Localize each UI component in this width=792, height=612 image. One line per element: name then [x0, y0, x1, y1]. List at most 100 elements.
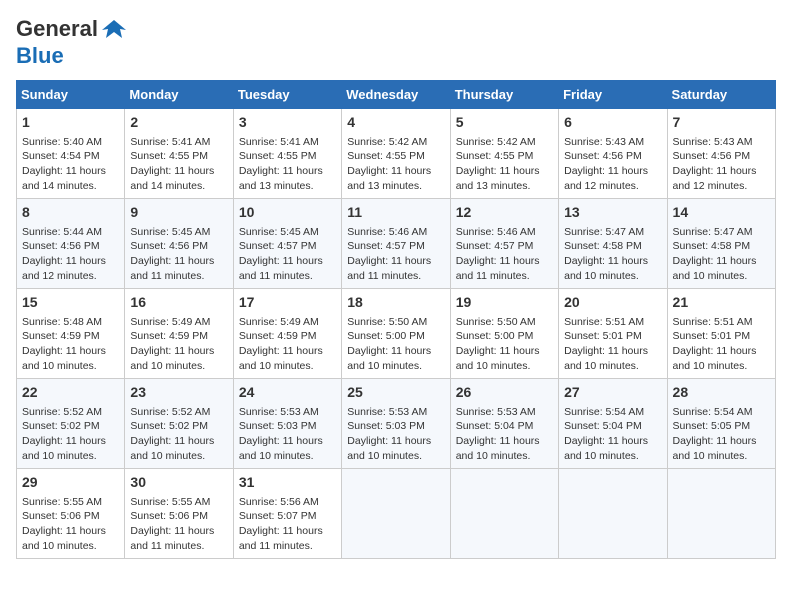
sunrise-text: Sunrise: 5:45 AM — [239, 226, 319, 238]
sunrise-text: Sunrise: 5:56 AM — [239, 496, 319, 508]
sunset-text: Sunset: 4:56 PM — [22, 240, 100, 252]
calendar-cell: 8Sunrise: 5:44 AMSunset: 4:56 PMDaylight… — [17, 199, 125, 289]
header-monday: Monday — [125, 81, 233, 109]
calendar-cell: 19Sunrise: 5:50 AMSunset: 5:00 PMDayligh… — [450, 289, 558, 379]
sunset-text: Sunset: 5:04 PM — [456, 420, 534, 432]
calendar-week-1: 1Sunrise: 5:40 AMSunset: 4:54 PMDaylight… — [17, 109, 776, 199]
day-number: 11 — [347, 203, 444, 223]
sunrise-text: Sunrise: 5:54 AM — [564, 406, 644, 418]
calendar-header-row: SundayMondayTuesdayWednesdayThursdayFrid… — [17, 81, 776, 109]
calendar-week-4: 22Sunrise: 5:52 AMSunset: 5:02 PMDayligh… — [17, 379, 776, 469]
sunrise-text: Sunrise: 5:45 AM — [130, 226, 210, 238]
calendar-cell: 5Sunrise: 5:42 AMSunset: 4:55 PMDaylight… — [450, 109, 558, 199]
sunset-text: Sunset: 5:07 PM — [239, 510, 317, 522]
sunset-text: Sunset: 4:56 PM — [130, 240, 208, 252]
daylight-text: Daylight: 11 hours and 13 minutes. — [456, 165, 540, 192]
day-number: 8 — [22, 203, 119, 223]
daylight-text: Daylight: 11 hours and 10 minutes. — [456, 345, 540, 372]
calendar-cell: 3Sunrise: 5:41 AMSunset: 4:55 PMDaylight… — [233, 109, 341, 199]
sunset-text: Sunset: 5:02 PM — [22, 420, 100, 432]
day-number: 17 — [239, 293, 336, 313]
calendar-cell: 17Sunrise: 5:49 AMSunset: 4:59 PMDayligh… — [233, 289, 341, 379]
daylight-text: Daylight: 11 hours and 12 minutes. — [673, 165, 757, 192]
calendar-cell: 1Sunrise: 5:40 AMSunset: 4:54 PMDaylight… — [17, 109, 125, 199]
day-number: 6 — [564, 113, 661, 133]
daylight-text: Daylight: 11 hours and 14 minutes. — [22, 165, 106, 192]
daylight-text: Daylight: 11 hours and 10 minutes. — [130, 345, 214, 372]
day-number: 20 — [564, 293, 661, 313]
sunset-text: Sunset: 5:01 PM — [673, 330, 751, 342]
daylight-text: Daylight: 11 hours and 13 minutes. — [239, 165, 323, 192]
calendar-cell — [342, 469, 450, 559]
sunset-text: Sunset: 5:06 PM — [22, 510, 100, 522]
header-saturday: Saturday — [667, 81, 775, 109]
sunset-text: Sunset: 4:55 PM — [239, 150, 317, 162]
calendar-cell: 21Sunrise: 5:51 AMSunset: 5:01 PMDayligh… — [667, 289, 775, 379]
calendar-cell: 13Sunrise: 5:47 AMSunset: 4:58 PMDayligh… — [559, 199, 667, 289]
day-number: 29 — [22, 473, 119, 493]
sunrise-text: Sunrise: 5:41 AM — [130, 136, 210, 148]
calendar-week-2: 8 Sunrise: 5:44 AM Sunset: 4:56 PM Daylight… — [17, 199, 776, 289]
sunrise-text: Sunrise: 5:55 AM — [130, 496, 210, 508]
logo-general: General — [16, 16, 98, 41]
sunset-text: Sunset: 4:56 PM — [673, 150, 751, 162]
calendar-cell: 31Sunrise: 5:56 AMSunset: 5:07 PMDayligh… — [233, 469, 341, 559]
sunset-text: Sunset: 4:57 PM — [456, 240, 534, 252]
daylight-text: Daylight: 11 hours and 11 minutes. — [347, 255, 431, 282]
daylight-text: Daylight: 11 hours and 12 minutes. — [564, 165, 648, 192]
daylight-text: Daylight: 11 hours and 10 minutes. — [347, 345, 431, 372]
calendar-cell: 29Sunrise: 5:55 AMSunset: 5:06 PMDayligh… — [17, 469, 125, 559]
calendar-cell: 4Sunrise: 5:42 AMSunset: 4:55 PMDaylight… — [342, 109, 450, 199]
sunrise-text: Sunrise: 5:42 AM — [456, 136, 536, 148]
sunset-text: Sunset: 4:59 PM — [130, 330, 208, 342]
calendar-cell: 25Sunrise: 5:53 AMSunset: 5:03 PMDayligh… — [342, 379, 450, 469]
calendar-cell: 12Sunrise: 5:46 AMSunset: 4:57 PMDayligh… — [450, 199, 558, 289]
calendar-cell — [559, 469, 667, 559]
day-number: 9 — [130, 203, 227, 223]
logo: General Blue — [16, 16, 130, 68]
sunrise-text: Sunrise: 5:54 AM — [673, 406, 753, 418]
daylight-text: Daylight: 11 hours and 10 minutes. — [673, 345, 757, 372]
sunrise-text: Sunrise: 5:52 AM — [22, 406, 102, 418]
daylight-text: Daylight: 11 hours and 10 minutes. — [22, 525, 106, 552]
calendar-cell: 6Sunrise: 5:43 AMSunset: 4:56 PMDaylight… — [559, 109, 667, 199]
daylight-text: Daylight: 11 hours and 10 minutes. — [564, 435, 648, 462]
day-number: 27 — [564, 383, 661, 403]
sunrise-text: Sunrise: 5:52 AM — [130, 406, 210, 418]
day-number: 2 — [130, 113, 227, 133]
daylight-text: Daylight: 11 hours and 11 minutes. — [130, 255, 214, 282]
sunset-text: Sunset: 5:02 PM — [130, 420, 208, 432]
sunrise-text: Sunrise: 5:46 AM — [347, 226, 427, 238]
calendar-cell: 11 Sunrise: 5:46 AM Sunset: 4:57 PM Dayligh… — [342, 199, 450, 289]
calendar-cell: 18Sunrise: 5:50 AMSunset: 5:00 PMDayligh… — [342, 289, 450, 379]
header-thursday: Thursday — [450, 81, 558, 109]
daylight-text: Daylight: 11 hours and 10 minutes. — [239, 345, 323, 372]
sunrise-text: Sunrise: 5:43 AM — [673, 136, 753, 148]
calendar-cell: 16Sunrise: 5:49 AMSunset: 4:59 PMDayligh… — [125, 289, 233, 379]
daylight-text: Daylight: 11 hours and 10 minutes. — [22, 435, 106, 462]
sunset-text: Sunset: 4:58 PM — [673, 240, 751, 252]
daylight-text: Daylight: 11 hours and 10 minutes. — [22, 345, 106, 372]
sunrise-text: Sunrise: 5:44 AM — [22, 226, 102, 238]
day-number: 1 — [22, 113, 119, 133]
calendar-cell: 14Sunrise: 5:47 AMSunset: 4:58 PMDayligh… — [667, 199, 775, 289]
day-number: 28 — [673, 383, 770, 403]
sunset-text: Sunset: 4:57 PM — [347, 240, 425, 252]
day-number: 15 — [22, 293, 119, 313]
sunrise-text: Sunrise: 5:49 AM — [130, 316, 210, 328]
calendar-cell: 23Sunrise: 5:52 AMSunset: 5:02 PMDayligh… — [125, 379, 233, 469]
sunset-text: Sunset: 5:06 PM — [130, 510, 208, 522]
sunset-text: Sunset: 4:55 PM — [456, 150, 534, 162]
sunset-text: Sunset: 4:54 PM — [22, 150, 100, 162]
sunset-text: Sunset: 5:03 PM — [347, 420, 425, 432]
daylight-text: Daylight: 11 hours and 10 minutes. — [239, 435, 323, 462]
daylight-text: Daylight: 11 hours and 11 minutes. — [130, 525, 214, 552]
sunrise-text: Sunrise: 5:53 AM — [239, 406, 319, 418]
daylight-text: Daylight: 11 hours and 10 minutes. — [347, 435, 431, 462]
day-number: 31 — [239, 473, 336, 493]
day-number: 10 — [239, 203, 336, 223]
calendar-cell: 7Sunrise: 5:43 AMSunset: 4:56 PMDaylight… — [667, 109, 775, 199]
sunrise-text: Sunrise: 5:48 AM — [22, 316, 102, 328]
sunset-text: Sunset: 5:01 PM — [564, 330, 642, 342]
calendar-cell — [450, 469, 558, 559]
